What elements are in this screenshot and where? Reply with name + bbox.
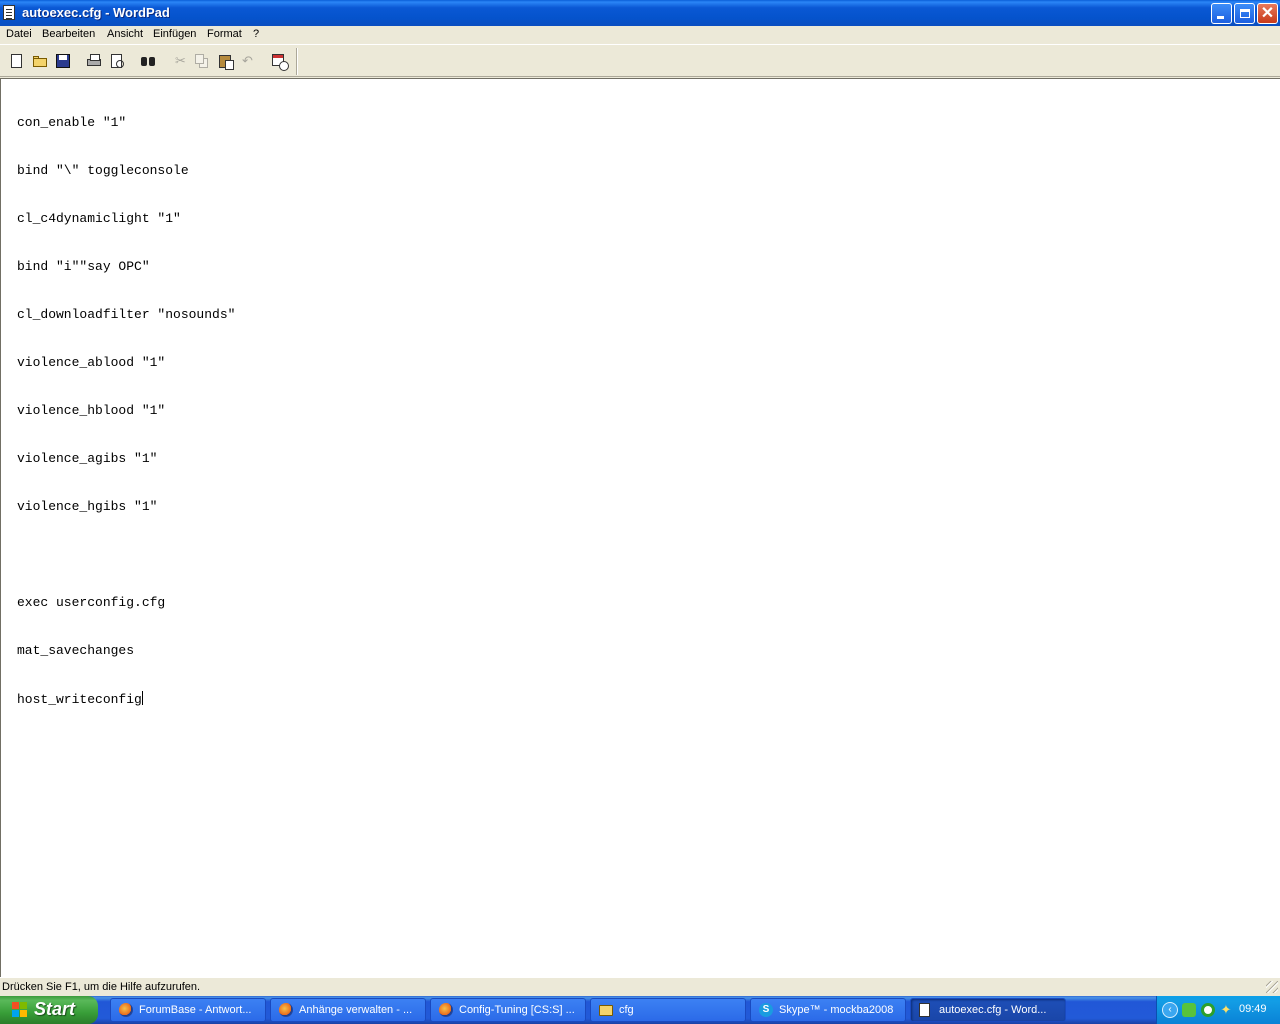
wordpad-app-icon[interactable]	[3, 5, 15, 20]
taskbar-item-config-tuning[interactable]: Config-Tuning [CS:S] ...	[430, 998, 586, 1022]
text-line: violence_hblood "1"	[17, 403, 166, 418]
text-line: cl_c4dynamiclight "1"	[17, 211, 181, 226]
save-button[interactable]	[55, 53, 71, 69]
status-text: Drücken Sie F1, um die Hilfe aufzurufen.	[2, 981, 201, 993]
taskbar-item-label: Skype™ - mockba2008	[779, 1004, 894, 1016]
menu-bearbeiten[interactable]: Bearbeiten	[42, 28, 95, 40]
document-text[interactable]: con_enable "1" bind "\" toggleconsole cl…	[17, 83, 235, 739]
text-line: host_writeconfig	[17, 692, 142, 707]
text-line: exec userconfig.cfg	[17, 595, 166, 610]
copy-icon	[195, 54, 204, 64]
taskbar-item-label: Config-Tuning [CS:S] ...	[459, 1004, 575, 1016]
text-line: violence_agibs "1"	[17, 451, 158, 466]
menu-help[interactable]: ?	[253, 28, 259, 40]
accessibility-icon[interactable]: ✦	[1219, 1003, 1233, 1017]
new-icon	[11, 54, 22, 68]
folder-icon	[599, 1005, 613, 1016]
save-icon	[56, 54, 70, 68]
taskbar-item-label: ForumBase - Antwort...	[139, 1004, 252, 1016]
text-line: cl_downloadfilter "nosounds"	[17, 307, 236, 322]
status-bar: Drücken Sie F1, um die Hilfe aufzurufen.	[0, 977, 1280, 996]
text-line: con_enable "1"	[17, 115, 127, 130]
resize-grip-icon[interactable]	[1266, 981, 1278, 993]
paste-button[interactable]	[217, 53, 234, 70]
taskbar-item-label: Anhänge verwalten - ...	[299, 1004, 413, 1016]
maximize-button[interactable]	[1234, 3, 1255, 24]
security-shield-icon[interactable]	[1182, 1003, 1196, 1017]
restore-icon	[1240, 9, 1250, 18]
firefox-icon	[119, 1003, 133, 1017]
menu-datei[interactable]: Datei	[6, 28, 32, 40]
print-button[interactable]	[86, 53, 102, 69]
taskbar-item-cfg[interactable]: cfg	[590, 998, 746, 1022]
toolbar: ✂ ↶	[0, 46, 1280, 77]
text-line: bind "i""say OPC"	[17, 259, 150, 274]
start-button[interactable]: Start	[0, 996, 98, 1024]
close-button[interactable]: ✕	[1257, 3, 1278, 24]
firefox-icon	[439, 1003, 453, 1017]
text-line	[17, 547, 235, 563]
text-line: violence_ablood "1"	[17, 355, 166, 370]
toolbar-separator	[296, 48, 298, 75]
system-tray: ‹ ✦ 09:49	[1156, 996, 1280, 1024]
taskbar-item-skype[interactable]: S Skype™ - mockba2008	[750, 998, 906, 1022]
window-title: autoexec.cfg - WordPad	[22, 5, 170, 20]
date-time-button[interactable]	[271, 53, 289, 71]
wordpad-window: autoexec.cfg - WordPad ✕ Datei Bearbeite…	[0, 0, 1280, 996]
windows-logo-icon	[12, 1002, 28, 1018]
taskbar-item-label: autoexec.cfg - Word...	[939, 1004, 1047, 1016]
minimize-icon	[1217, 16, 1224, 19]
taskbar-item-wordpad[interactable]: autoexec.cfg - Word...	[910, 998, 1066, 1022]
find-button[interactable]	[140, 53, 156, 69]
taskbar: Start ForumBase - Antwort... Anhänge ver…	[0, 996, 1280, 1024]
cut-button[interactable]: ✂	[171, 53, 187, 69]
print-icon	[87, 54, 101, 66]
start-label: Start	[34, 999, 76, 1019]
copy-button[interactable]	[194, 53, 210, 69]
undo-icon: ↶	[242, 53, 253, 68]
show-hidden-icons-chevron-icon[interactable]: ‹	[1162, 1002, 1178, 1018]
menu-einfuegen[interactable]: Einfügen	[153, 28, 196, 40]
taskbar-item-forumbase[interactable]: ForumBase - Antwort...	[110, 998, 266, 1022]
print-preview-button[interactable]	[109, 53, 125, 69]
clock[interactable]: 09:49	[1239, 1003, 1267, 1015]
cut-icon: ✂	[175, 53, 186, 68]
status-ring-icon[interactable]	[1201, 1003, 1215, 1017]
taskbar-item-anhaenge[interactable]: Anhänge verwalten - ...	[270, 998, 426, 1022]
new-button[interactable]	[9, 53, 25, 69]
text-line: violence_hgibs "1"	[17, 499, 158, 514]
taskbar-item-label: cfg	[619, 1004, 634, 1016]
skype-icon: S	[759, 1003, 773, 1017]
document-editor[interactable]: con_enable "1" bind "\" toggleconsole cl…	[0, 78, 1280, 977]
text-line-with-caret: host_writeconfig	[17, 691, 235, 707]
firefox-icon	[279, 1003, 293, 1017]
minimize-button[interactable]	[1211, 3, 1232, 24]
text-line: mat_savechanges	[17, 643, 135, 658]
print-preview-icon	[111, 54, 124, 68]
menu-ansicht[interactable]: Ansicht	[107, 28, 143, 40]
date-time-icon	[272, 54, 289, 71]
close-icon: ✕	[1260, 5, 1275, 22]
menu-bar: Datei Bearbeiten Ansicht Einfügen Format…	[0, 26, 1280, 45]
find-icon	[141, 57, 147, 66]
menu-format[interactable]: Format	[207, 28, 242, 40]
title-bar[interactable]: autoexec.cfg - WordPad ✕	[0, 0, 1280, 26]
undo-button[interactable]: ↶	[240, 53, 256, 69]
wordpad-icon	[919, 1003, 930, 1017]
paste-icon	[219, 55, 234, 70]
open-button[interactable]	[32, 53, 48, 69]
text-line: bind "\" toggleconsole	[17, 163, 189, 178]
text-caret	[141, 691, 143, 705]
